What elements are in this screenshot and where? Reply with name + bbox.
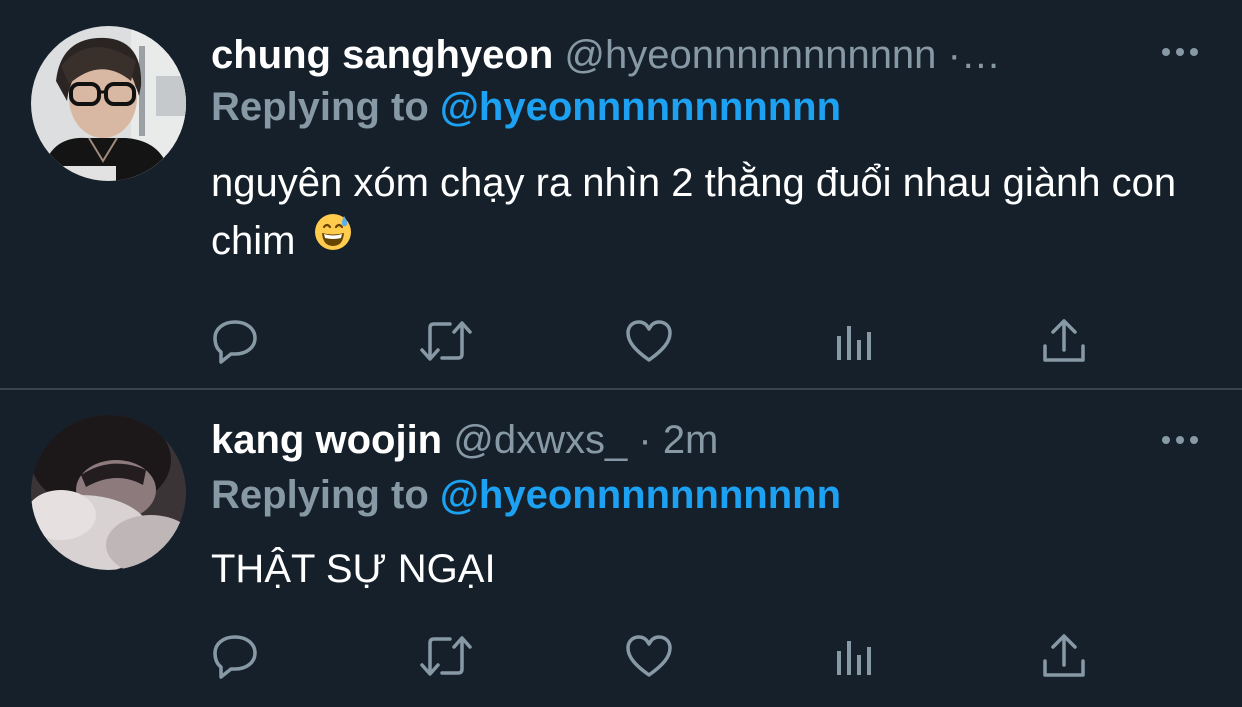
replying-label: Replying to xyxy=(211,473,429,517)
more-options-icon[interactable] xyxy=(1160,36,1200,68)
replying-handle-link[interactable]: @hyeonnnnnnnnnnn xyxy=(440,473,841,517)
user-handle[interactable]: @hyeonnnnnnnnnnn xyxy=(564,33,936,77)
tweet[interactable]: chung sanghyeon @hyeonnnnnnnnnnn ·… Repl… xyxy=(0,0,1242,388)
replying-to: Replying to @hyeonnnnnnnnnnn xyxy=(211,470,841,520)
share-icon[interactable] xyxy=(1040,633,1088,679)
avatar[interactable] xyxy=(31,415,186,570)
tweet-text: nguyên xóm chạy ra nhìn 2 thằng đuổi nha… xyxy=(211,154,1201,270)
avatar[interactable] xyxy=(31,26,186,181)
tweet-text: THẬT SỰ NGẠI xyxy=(211,540,1201,598)
tweet-actions xyxy=(211,318,1091,364)
replying-handle-link[interactable]: @hyeonnnnnnnnnnn xyxy=(440,85,841,129)
reply-icon[interactable] xyxy=(211,633,259,679)
header-separator: · xyxy=(638,418,652,462)
display-name[interactable]: kang woojin xyxy=(211,418,442,462)
analytics-icon[interactable] xyxy=(833,318,881,364)
retweet-icon[interactable] xyxy=(418,633,474,679)
tweet-text-content: THẬT SỰ NGẠI xyxy=(211,547,496,591)
more-options-icon[interactable] xyxy=(1160,424,1200,456)
tweet-header: chung sanghyeon @hyeonnnnnnnnnnn ·… xyxy=(211,30,1001,80)
replying-label: Replying to xyxy=(211,85,429,129)
grinning-face-with-sweat-icon xyxy=(313,210,353,268)
tweet-header: kang woojin @dxwxs_ · 2m xyxy=(211,415,718,465)
tweet-actions xyxy=(211,633,1091,679)
share-icon[interactable] xyxy=(1040,318,1088,364)
retweet-icon[interactable] xyxy=(418,318,474,364)
display-name[interactable]: chung sanghyeon xyxy=(211,33,553,77)
header-separator: ·… xyxy=(947,33,1001,77)
like-icon[interactable] xyxy=(625,318,673,364)
user-handle[interactable]: @dxwxs_ xyxy=(453,418,627,462)
tweet[interactable]: kang woojin @dxwxs_ · 2m Replying to @hy… xyxy=(0,390,1242,707)
tweet-text-content: nguyên xóm chạy ra nhìn 2 thằng đuổi nha… xyxy=(211,161,1177,263)
replying-to: Replying to @hyeonnnnnnnnnnn xyxy=(211,82,841,132)
timestamp[interactable]: 2m xyxy=(663,418,719,462)
reply-icon[interactable] xyxy=(211,318,259,364)
like-icon[interactable] xyxy=(625,633,673,679)
analytics-icon[interactable] xyxy=(833,633,881,679)
